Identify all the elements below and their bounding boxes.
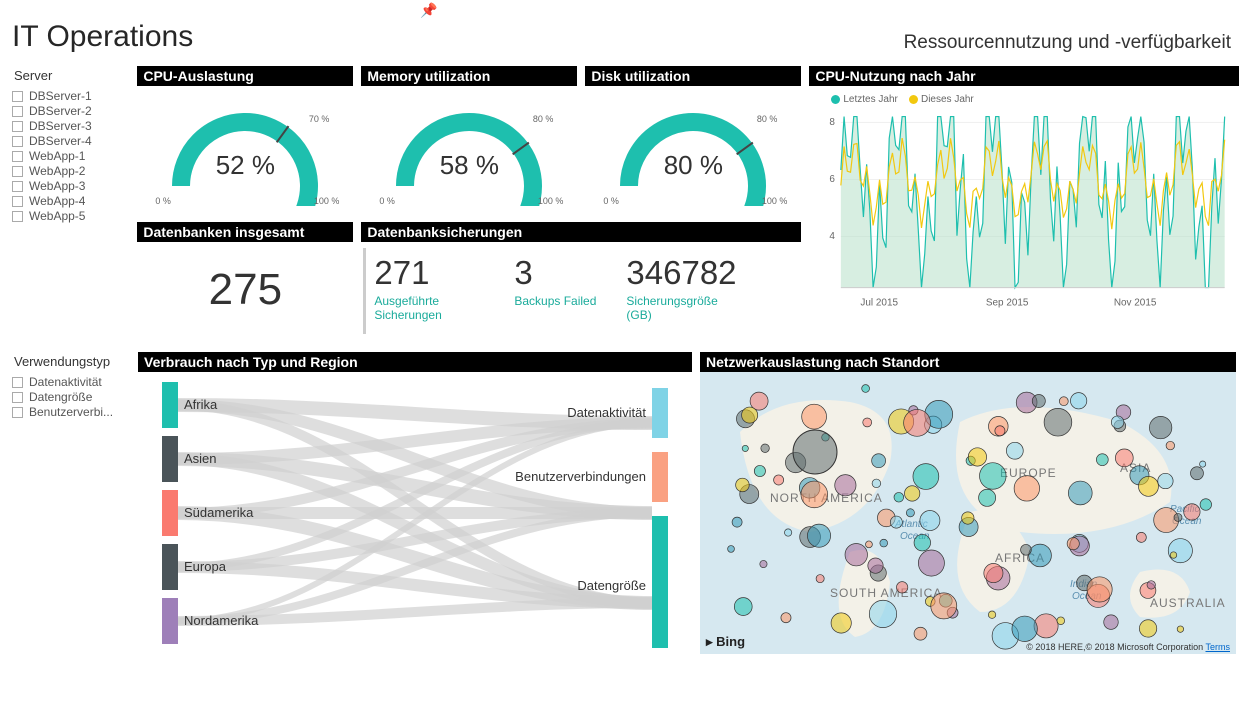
- slicer-server-item[interactable]: WebApp-2: [12, 164, 129, 178]
- checkbox-icon: [12, 196, 23, 207]
- gauge-value: 52 %: [216, 150, 275, 181]
- gauge-cpu[interactable]: CPU-Auslastung 52 % 0 % 100 % 70 %: [137, 66, 353, 216]
- svg-text:Sep 2015: Sep 2015: [986, 297, 1029, 308]
- db-backup-stat: 271Ausgeführte Sicherungen: [374, 254, 484, 334]
- legend-this-year: Dieses Jahr: [921, 94, 974, 105]
- db-total-title: Datenbanken insgesamt: [137, 222, 353, 242]
- gauge-value: 58 %: [440, 150, 499, 181]
- checkbox-icon: [12, 407, 23, 418]
- checkbox-icon: [12, 151, 23, 162]
- yearly-chart-svg: 8 6 4 Jul 2015 Sep 2015 Nov 2015: [813, 107, 1231, 317]
- checkbox-icon: [12, 377, 23, 388]
- svg-text:Datenaktivität: Datenaktivität: [567, 405, 646, 420]
- svg-text:6: 6: [830, 174, 836, 185]
- checkbox-icon: [12, 392, 23, 403]
- map-attribution: © 2018 HERE,© 2018 Microsoft Corporation…: [1026, 642, 1230, 652]
- legend-dot-last-year: [831, 95, 840, 104]
- svg-text:Asien: Asien: [184, 451, 217, 466]
- db-backup-stat: 346782Sicherungsgröße (GB): [626, 254, 736, 334]
- page-title: IT Operations: [12, 20, 193, 54]
- bing-logo: ▸ Bing: [706, 634, 745, 650]
- svg-text:Nov 2015: Nov 2015: [1114, 297, 1157, 308]
- slicer-server-item[interactable]: DBServer-3: [12, 119, 129, 133]
- slicer-usage-type: Verwendungstyp DatenaktivitätDatengrößeB…: [12, 352, 130, 654]
- svg-text:Nordamerika: Nordamerika: [184, 613, 259, 628]
- checkbox-icon: [12, 136, 23, 147]
- slicer-server: Server DBServer-1DBServer-2DBServer-3DBS…: [12, 66, 129, 338]
- gauge-disk-title: Disk utilization: [585, 66, 801, 86]
- svg-text:SOUTH AMERICA: SOUTH AMERICA: [830, 586, 942, 600]
- slicer-server-title: Server: [14, 68, 129, 83]
- chart-cpu-yearly[interactable]: CPU-Nutzung nach Jahr Letztes Jahr Diese…: [809, 66, 1239, 338]
- svg-text:Datengröße: Datengröße: [577, 578, 646, 593]
- svg-text:Südamerika: Südamerika: [184, 505, 254, 520]
- gauge-mem-title: Memory utilization: [361, 66, 577, 86]
- card-db-backup[interactable]: Datenbanksicherungen 271Ausgeführte Sich…: [361, 222, 801, 338]
- slicer-server-item[interactable]: WebApp-5: [12, 209, 129, 223]
- yearly-title: CPU-Nutzung nach Jahr: [809, 66, 1239, 86]
- svg-text:4: 4: [830, 231, 836, 242]
- svg-text:8: 8: [830, 117, 836, 128]
- gauge-value: 80 %: [664, 150, 723, 181]
- slicer-server-item[interactable]: DBServer-4: [12, 134, 129, 148]
- checkbox-icon: [12, 166, 23, 177]
- pin-icon[interactable]: 📌: [420, 2, 437, 19]
- svg-text:AUSTRALIA: AUSTRALIA: [1150, 596, 1226, 610]
- slicer-server-item[interactable]: DBServer-2: [12, 104, 129, 118]
- card-db-total[interactable]: Datenbanken insgesamt 275: [137, 222, 353, 338]
- gauge-cpu-title: CPU-Auslastung: [137, 66, 353, 86]
- slicer-usage-item[interactable]: Datengröße: [12, 390, 130, 404]
- sankey-svg: Afrika Asien Südamerika Europa Nordamerika Da…: [142, 378, 688, 648]
- checkbox-icon: [12, 181, 23, 192]
- slicer-server-item[interactable]: WebApp-3: [12, 179, 129, 193]
- slicer-server-item[interactable]: WebApp-4: [12, 194, 129, 208]
- svg-text:Afrika: Afrika: [184, 397, 218, 412]
- svg-text:Europa: Europa: [184, 559, 227, 574]
- page-subtitle: Ressourcennutzung und -verfügbarkeit: [904, 32, 1231, 54]
- db-backup-stat: 3Backups Failed: [514, 254, 596, 334]
- map-svg: NORTH AMERICASOUTH AMERICAEUROPEAFRICAAS…: [700, 372, 1236, 654]
- checkbox-icon: [12, 91, 23, 102]
- slicer-server-item[interactable]: DBServer-1: [12, 89, 129, 103]
- map-title: Netzwerkauslastung nach Standort: [700, 352, 1236, 372]
- legend-dot-this-year: [909, 95, 918, 104]
- gauge-disk[interactable]: Disk utilization 80 % 0 % 100 % 80 %: [585, 66, 801, 216]
- checkbox-icon: [12, 211, 23, 222]
- slicer-usage-item[interactable]: Datenaktivität: [12, 375, 130, 389]
- chart-sankey[interactable]: Verbrauch nach Typ und Region Afrika Asie…: [138, 352, 692, 654]
- db-total-value: 275: [209, 265, 282, 315]
- chart-map[interactable]: Netzwerkauslastung nach Standort NORTH A…: [700, 352, 1236, 654]
- checkbox-icon: [12, 106, 23, 117]
- yearly-legend: Letztes Jahr Dieses Jahr: [831, 94, 1231, 105]
- slicer-server-item[interactable]: WebApp-1: [12, 149, 129, 163]
- svg-text:Benutzerverbindungen: Benutzerverbindungen: [515, 469, 646, 484]
- slicer-usage-title: Verwendungstyp: [14, 354, 130, 369]
- gauge-mem[interactable]: Memory utilization 58 % 0 % 100 % 80 %: [361, 66, 577, 216]
- legend-last-year: Letztes Jahr: [843, 94, 897, 105]
- db-backup-title: Datenbanksicherungen: [361, 222, 801, 242]
- svg-text:Jul 2015: Jul 2015: [861, 297, 899, 308]
- sankey-title: Verbrauch nach Typ und Region: [138, 352, 692, 372]
- map-terms-link[interactable]: Terms: [1206, 642, 1231, 652]
- slicer-usage-item[interactable]: Benutzerverbi...: [12, 405, 130, 419]
- checkbox-icon: [12, 121, 23, 132]
